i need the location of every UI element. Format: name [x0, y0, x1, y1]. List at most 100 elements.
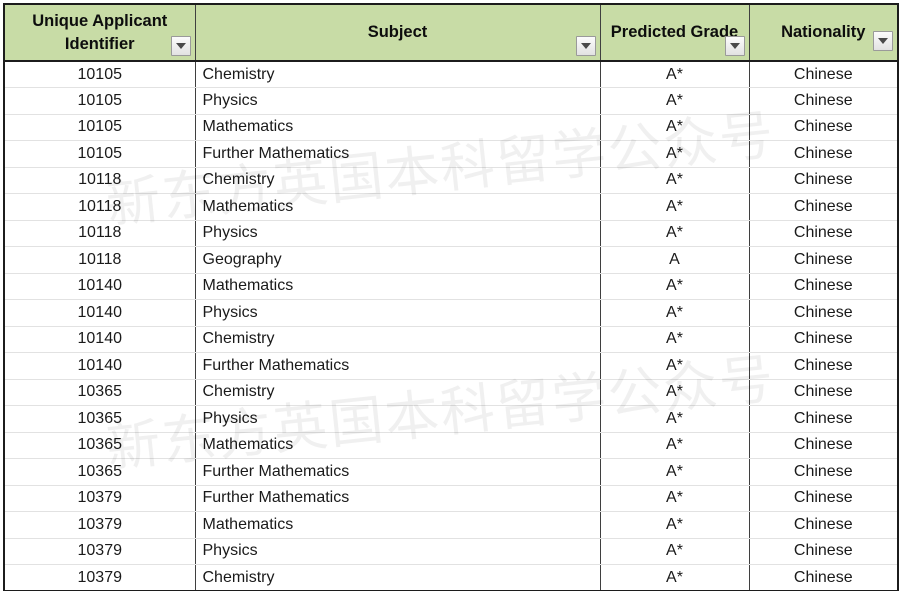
cell-nat[interactable]: Chinese: [748, 432, 899, 459]
cell-subj[interactable]: Mathematics: [194, 114, 601, 141]
cell-grade[interactable]: A*: [599, 61, 750, 88]
cell-subj[interactable]: Mathematics: [194, 273, 601, 300]
cell-subj[interactable]: Physics: [194, 538, 601, 565]
cell-uai[interactable]: 10105: [3, 140, 196, 168]
cell-nat[interactable]: Chinese: [748, 220, 899, 247]
cell-subj[interactable]: Physics: [194, 220, 601, 247]
cell-grade[interactable]: A*: [599, 485, 750, 512]
cell-uai[interactable]: 10105: [3, 87, 196, 115]
column-header-predicted-grade[interactable]: Predicted Grade: [599, 3, 750, 62]
table-row[interactable]: 10365 Mathematics A* Chinese: [3, 432, 899, 459]
table-row[interactable]: 10379 Further Mathematics A* Chinese: [3, 485, 899, 512]
cell-grade[interactable]: A*: [599, 326, 750, 353]
cell-uai[interactable]: 10379: [3, 564, 196, 591]
cell-uai[interactable]: 10365: [3, 432, 196, 459]
cell-uai[interactable]: 10379: [3, 511, 196, 539]
cell-nat[interactable]: Chinese: [748, 538, 899, 565]
table-row[interactable]: 10379 Physics A* Chinese: [3, 538, 899, 565]
table-row[interactable]: 10105 Physics A* Chinese: [3, 87, 899, 115]
cell-nat[interactable]: Chinese: [748, 485, 899, 512]
table-row[interactable]: 10105 Further Mathematics A* Chinese: [3, 140, 899, 168]
table-row[interactable]: 10118 Physics A* Chinese: [3, 220, 899, 247]
cell-nat[interactable]: Chinese: [748, 564, 899, 591]
cell-grade[interactable]: A*: [599, 193, 750, 221]
column-header-unique-applicant-identifier[interactable]: Unique Applicant Identifier: [3, 3, 196, 62]
table-row[interactable]: 10105 Mathematics A* Chinese: [3, 114, 899, 141]
table-row[interactable]: 10365 Physics A* Chinese: [3, 405, 899, 433]
table-row[interactable]: 10140 Chemistry A* Chinese: [3, 326, 899, 353]
cell-uai[interactable]: 10140: [3, 326, 196, 353]
table-row[interactable]: 10118 Mathematics A* Chinese: [3, 193, 899, 221]
cell-uai[interactable]: 10365: [3, 379, 196, 406]
table-row[interactable]: 10365 Chemistry A* Chinese: [3, 379, 899, 406]
cell-grade[interactable]: A: [599, 246, 750, 274]
cell-grade[interactable]: A*: [599, 352, 750, 380]
filter-dropdown-icon[interactable]: [170, 36, 191, 56]
cell-subj[interactable]: Mathematics: [194, 193, 601, 221]
cell-uai[interactable]: 10379: [3, 538, 196, 565]
cell-subj[interactable]: Further Mathematics: [194, 140, 601, 168]
cell-subj[interactable]: Mathematics: [194, 432, 601, 459]
cell-nat[interactable]: Chinese: [748, 458, 899, 486]
column-header-subject[interactable]: Subject: [194, 3, 601, 62]
cell-subj[interactable]: Physics: [194, 87, 601, 115]
cell-nat[interactable]: Chinese: [748, 114, 899, 141]
filter-dropdown-icon[interactable]: [724, 36, 745, 56]
cell-uai[interactable]: 10118: [3, 220, 196, 247]
cell-grade[interactable]: A*: [599, 140, 750, 168]
table-row[interactable]: 10379 Mathematics A* Chinese: [3, 511, 899, 539]
column-header-nationality[interactable]: Nationality: [748, 3, 899, 62]
cell-uai[interactable]: 10140: [3, 352, 196, 380]
cell-uai[interactable]: 10105: [3, 61, 196, 88]
cell-grade[interactable]: A*: [599, 87, 750, 115]
cell-nat[interactable]: Chinese: [748, 193, 899, 221]
cell-subj[interactable]: Chemistry: [194, 326, 601, 353]
cell-nat[interactable]: Chinese: [748, 405, 899, 433]
cell-grade[interactable]: A*: [599, 299, 750, 327]
cell-grade[interactable]: A*: [599, 511, 750, 539]
cell-subj[interactable]: Physics: [194, 405, 601, 433]
cell-subj[interactable]: Chemistry: [194, 167, 601, 194]
cell-grade[interactable]: A*: [599, 379, 750, 406]
cell-nat[interactable]: Chinese: [748, 246, 899, 274]
cell-nat[interactable]: Chinese: [748, 87, 899, 115]
cell-uai[interactable]: 10118: [3, 167, 196, 194]
cell-subj[interactable]: Further Mathematics: [194, 352, 601, 380]
table-row[interactable]: 10118 Geography A Chinese: [3, 246, 899, 274]
filter-dropdown-icon[interactable]: [873, 31, 893, 51]
cell-uai[interactable]: 10140: [3, 299, 196, 327]
cell-nat[interactable]: Chinese: [748, 352, 899, 380]
cell-nat[interactable]: Chinese: [748, 273, 899, 300]
table-row[interactable]: 10365 Further Mathematics A* Chinese: [3, 458, 899, 486]
cell-subj[interactable]: Chemistry: [194, 61, 601, 88]
cell-subj[interactable]: Physics: [194, 299, 601, 327]
cell-subj[interactable]: Geography: [194, 246, 601, 274]
cell-grade[interactable]: A*: [599, 564, 750, 591]
cell-grade[interactable]: A*: [599, 220, 750, 247]
cell-uai[interactable]: 10105: [3, 114, 196, 141]
table-row[interactable]: 10140 Physics A* Chinese: [3, 299, 899, 327]
cell-uai[interactable]: 10365: [3, 458, 196, 486]
cell-grade[interactable]: A*: [599, 405, 750, 433]
cell-uai[interactable]: 10118: [3, 246, 196, 274]
cell-nat[interactable]: Chinese: [748, 511, 899, 539]
cell-grade[interactable]: A*: [599, 273, 750, 300]
cell-uai[interactable]: 10140: [3, 273, 196, 300]
cell-uai[interactable]: 10379: [3, 485, 196, 512]
cell-nat[interactable]: Chinese: [748, 61, 899, 88]
filter-dropdown-icon[interactable]: [575, 36, 596, 56]
cell-subj[interactable]: Chemistry: [194, 564, 601, 591]
table-row[interactable]: 10118 Chemistry A* Chinese: [3, 167, 899, 194]
cell-grade[interactable]: A*: [599, 538, 750, 565]
cell-nat[interactable]: Chinese: [748, 167, 899, 194]
cell-grade[interactable]: A*: [599, 458, 750, 486]
table-row[interactable]: 10140 Mathematics A* Chinese: [3, 273, 899, 300]
cell-nat[interactable]: Chinese: [748, 379, 899, 406]
table-row[interactable]: 10379 Chemistry A* Chinese: [3, 564, 899, 591]
table-row[interactable]: 10140 Further Mathematics A* Chinese: [3, 352, 899, 380]
cell-grade[interactable]: A*: [599, 167, 750, 194]
table-row[interactable]: 10105 Chemistry A* Chinese: [3, 61, 899, 88]
cell-uai[interactable]: 10118: [3, 193, 196, 221]
cell-subj[interactable]: Chemistry: [194, 379, 601, 406]
cell-uai[interactable]: 10365: [3, 405, 196, 433]
